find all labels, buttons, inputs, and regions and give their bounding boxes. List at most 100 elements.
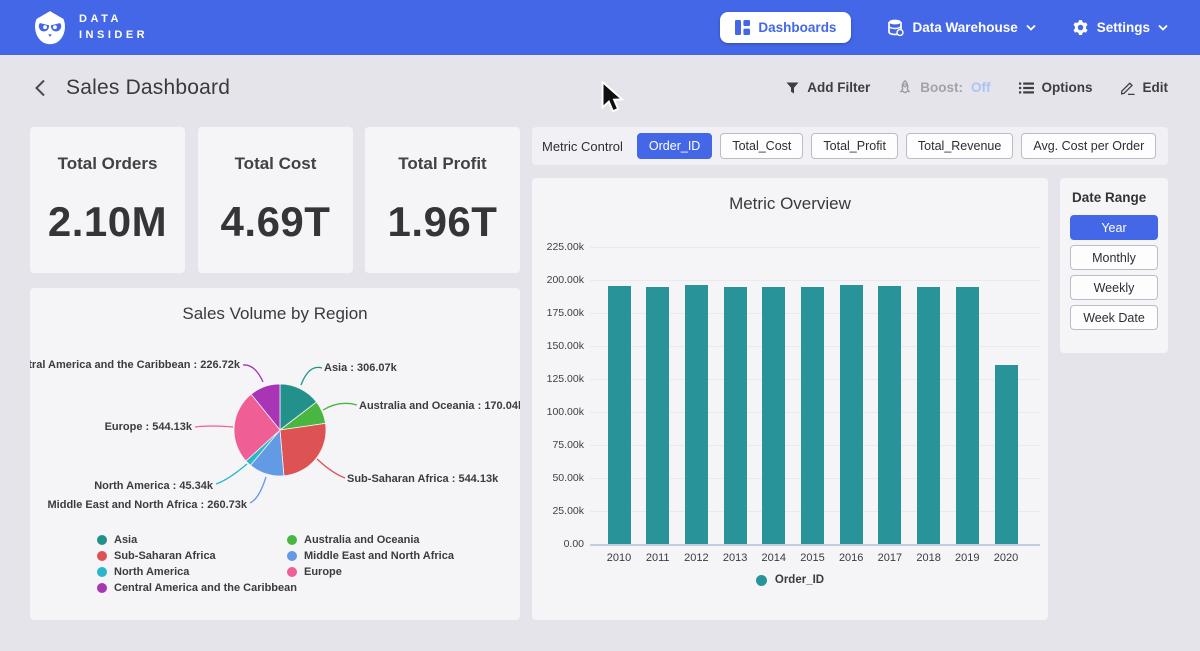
pie-callout-label: North America : 45.34k (94, 480, 214, 492)
svg-text:Europe: Europe (304, 566, 342, 578)
metric-option-total-revenue[interactable]: Total_Revenue (906, 133, 1013, 159)
pie-leader-line (323, 403, 357, 410)
pie-legend-item-north-america[interactable]: North America (97, 566, 190, 578)
nav-data-warehouse-label: Data Warehouse (912, 20, 1017, 35)
date-range-panel: Date Range YearMonthlyWeeklyWeek Date (1060, 178, 1168, 353)
bar-2016[interactable] (840, 285, 863, 544)
gear-icon (1072, 19, 1089, 36)
bar-2012[interactable] (685, 285, 708, 544)
date-option-weekly[interactable]: Weekly (1070, 275, 1158, 300)
y-axis-tick: 125.00k (532, 373, 584, 385)
kpi-label: Total Orders (58, 154, 158, 174)
y-axis-tick: 25.00k (532, 505, 584, 517)
kpi-card-total-orders: Total Orders 2.10M (30, 127, 185, 273)
bar-2018[interactable] (917, 287, 940, 544)
x-axis-line (590, 544, 1040, 546)
pie-callout-label: Australia and Oceania : 170.04k (359, 400, 520, 412)
metric-options: Order_ID Total_Cost Total_Profit Total_Reve… (637, 133, 1156, 159)
options-button[interactable]: Options (1019, 80, 1093, 95)
y-axis-tick: 75.00k (532, 439, 584, 451)
nav-settings-label: Settings (1097, 20, 1150, 35)
owl-logo-icon (32, 10, 68, 46)
x-axis-tick: 2019 (948, 552, 986, 564)
date-option-year[interactable]: Year (1070, 215, 1158, 240)
y-axis-tick: 225.00k (532, 241, 584, 253)
date-range-options: Year Monthly Weekly Week Date (1070, 215, 1158, 330)
x-axis-tick: 2012 (677, 552, 715, 564)
metric-control-label: Metric Control (542, 139, 623, 154)
metric-option-total-profit[interactable]: Total_Profit (811, 133, 898, 159)
pie-leader-line (195, 426, 233, 427)
page-title: Sales Dashboard (66, 76, 230, 100)
pie-chart-title: Sales Volume by Region (30, 288, 520, 324)
bar-chart-legend[interactable]: Order_ID (532, 574, 1048, 586)
header-actions: Add Filter Boost: Off Options (786, 80, 1168, 95)
x-axis-tick: 2017 (871, 552, 909, 564)
boost-state: Off (971, 80, 991, 95)
pie-callout-label: Middle East and North Africa : 260.73k (48, 499, 248, 511)
pie-legend-item-sub-saharan-africa[interactable]: Sub-Saharan Africa (97, 550, 217, 562)
bar-2010[interactable] (608, 286, 631, 544)
metric-option-avg-cost-per-order[interactable]: Avg. Cost per Order (1021, 133, 1156, 159)
y-axis-tick: 100.00k (532, 406, 584, 418)
rocket-icon (898, 80, 912, 95)
bar-2019[interactable] (956, 287, 979, 545)
dashboard-header: Sales Dashboard Add Filter Boost: Off (0, 55, 1200, 120)
filter-funnel-icon (786, 82, 799, 94)
date-option-monthly[interactable]: Monthly (1070, 245, 1158, 270)
pie-callout-label: Asia : 306.07k (324, 362, 398, 374)
y-axis-tick: 50.00k (532, 472, 584, 484)
app-window: DATA INSIDER Dashboards D (0, 0, 1200, 651)
boost-toggle[interactable]: Boost: Off (898, 80, 990, 95)
kpi-label: Total Profit (398, 154, 486, 174)
pie-legend-item-middle-east-and-north-africa[interactable]: Middle East and North Africa (287, 550, 455, 562)
bar-2020[interactable] (995, 365, 1018, 544)
kpi-value: 1.96T (388, 198, 498, 246)
chevron-left-icon (34, 79, 46, 97)
pie-leader-line (250, 477, 266, 503)
pie-legend-item-asia[interactable]: Asia (97, 534, 138, 546)
svg-text:Central America and the Caribb: Central America and the Caribbean (114, 582, 297, 594)
back-button[interactable] (28, 75, 52, 101)
add-filter-label: Add Filter (807, 80, 870, 95)
date-option-week-date[interactable]: Week Date (1070, 305, 1158, 330)
bar-2015[interactable] (801, 287, 824, 544)
legend-dot (756, 575, 767, 586)
svg-text:Australia and Oceania: Australia and Oceania (304, 534, 420, 546)
add-filter-button[interactable]: Add Filter (786, 80, 870, 95)
bar-2017[interactable] (878, 286, 901, 544)
top-nav: DATA INSIDER Dashboards D (0, 0, 1200, 55)
x-axis-tick: 2011 (639, 552, 677, 564)
metric-option-total-cost[interactable]: Total_Cost (720, 133, 803, 159)
list-options-icon (1019, 82, 1034, 94)
y-axis-tick: 150.00k (532, 340, 584, 352)
nav-settings[interactable]: Settings (1072, 19, 1168, 36)
pie-legend-item-australia-and-oceania[interactable]: Australia and Oceania (287, 534, 420, 546)
nav-dashboards-label: Dashboards (758, 20, 836, 35)
pie-legend-item-central-america-and-the-caribbean[interactable]: Central America and the Caribbean (97, 582, 297, 594)
y-axis-tick: 175.00k (532, 307, 584, 319)
pie-slice-sub-saharan-africa[interactable] (280, 423, 326, 475)
gridline (590, 280, 1040, 281)
x-axis-tick: 2013 (716, 552, 754, 564)
pencil-edit-icon (1121, 81, 1135, 95)
x-axis-tick: 2016 (832, 552, 870, 564)
bar-2014[interactable] (762, 287, 785, 544)
metric-option-order-id[interactable]: Order_ID (637, 133, 712, 159)
pie-legend-item-europe[interactable]: Europe (287, 566, 342, 578)
edit-button[interactable]: Edit (1121, 80, 1169, 95)
bar-2011[interactable] (646, 287, 669, 544)
pie-chart: Asia : 306.07k Australia and Oceania : 17… (30, 330, 520, 620)
x-axis-tick: 2015 (794, 552, 832, 564)
nav-dashboards-button[interactable]: Dashboards (720, 12, 851, 43)
pie-leader-line (216, 464, 247, 484)
gridline (590, 247, 1040, 248)
database-icon (887, 19, 904, 36)
nav-menu: Dashboards Data Warehouse Settings (720, 12, 1168, 43)
bar-2013[interactable] (724, 287, 747, 545)
x-axis-tick: 2020 (987, 552, 1025, 564)
svg-text:Sub-Saharan Africa: Sub-Saharan Africa (114, 550, 217, 562)
nav-data-warehouse[interactable]: Data Warehouse (887, 19, 1035, 36)
svg-text:Asia: Asia (114, 534, 138, 546)
kpi-card-total-cost: Total Cost 4.69T (198, 127, 353, 273)
